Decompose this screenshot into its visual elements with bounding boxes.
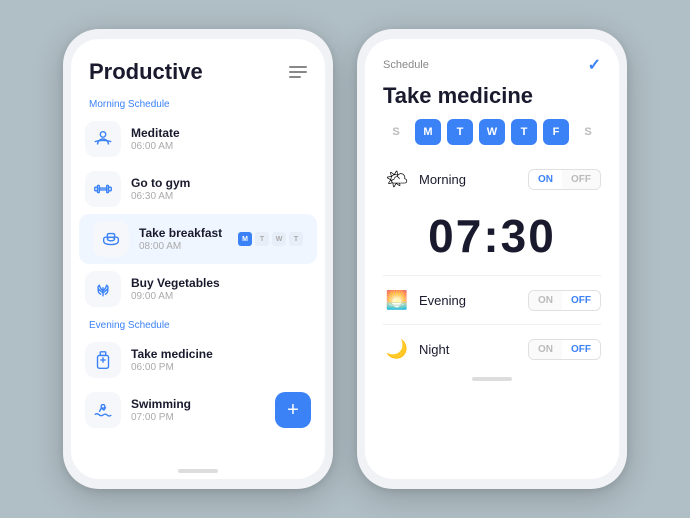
morning-toggle-group: ON OFF: [528, 169, 601, 190]
evening-icon: 🌅: [383, 286, 411, 314]
add-fab[interactable]: +: [275, 392, 311, 428]
day-f[interactable]: F: [543, 119, 569, 145]
left-phone: Productive Morning Schedule Me: [63, 29, 333, 489]
check-icon[interactable]: ✓: [588, 55, 601, 75]
day-t1[interactable]: T: [447, 119, 473, 145]
swimming-time: 07:00 PM: [131, 412, 265, 423]
vegetables-icon-wrap: [85, 271, 121, 307]
evening-section-label: Evening Schedule: [71, 314, 325, 335]
evening-label: Evening: [419, 293, 520, 308]
home-indicator-right: [472, 377, 512, 381]
gym-icon-wrap: [85, 171, 121, 207]
night-on[interactable]: ON: [529, 340, 562, 359]
dot-m: M: [238, 232, 252, 246]
right-phone: Schedule ✓ Take medicine S M T W T F S 🌤…: [357, 29, 627, 489]
breakfast-info: Take breakfast 08:00 AM: [139, 226, 228, 252]
medicine-name: Take medicine: [131, 347, 311, 361]
divider-2: [383, 324, 601, 325]
gym-name: Go to gym: [131, 176, 311, 190]
night-toggle-group: ON OFF: [528, 339, 601, 360]
medicine-icon-wrap: [85, 342, 121, 378]
task-item-vegetables[interactable]: Buy Vegetables 09:00 AM: [71, 264, 325, 314]
gym-time: 06:30 AM: [131, 191, 311, 202]
dot-w: W: [272, 232, 286, 246]
swimming-info: Swimming 07:00 PM: [131, 397, 265, 423]
night-icon: 🌙: [383, 335, 411, 363]
evening-on[interactable]: ON: [529, 291, 562, 310]
dot-t2: T: [289, 232, 303, 246]
medicine-time: 06:00 PM: [131, 362, 311, 373]
day-t2[interactable]: T: [511, 119, 537, 145]
task-dots: M T W T: [238, 232, 303, 246]
vegetables-info: Buy Vegetables 09:00 AM: [131, 276, 311, 302]
breakfast-icon-wrap: [93, 221, 129, 257]
dot-t1: T: [255, 232, 269, 246]
day-s1[interactable]: S: [383, 119, 409, 145]
vegetables-name: Buy Vegetables: [131, 276, 311, 290]
evening-off[interactable]: OFF: [562, 291, 600, 310]
right-title: Take medicine: [365, 79, 619, 119]
night-off[interactable]: OFF: [562, 340, 600, 359]
task-item-medicine[interactable]: Take medicine 06:00 PM: [71, 335, 325, 385]
day-s2[interactable]: S: [575, 119, 601, 145]
breakfast-name: Take breakfast: [139, 226, 228, 240]
menu-line-1: [289, 66, 307, 68]
vegetables-time: 09:00 AM: [131, 291, 311, 302]
time-display[interactable]: 07:30: [365, 201, 619, 273]
breakfast-time: 08:00 AM: [139, 241, 228, 252]
meditate-icon-wrap: [85, 121, 121, 157]
app-title: Productive: [89, 59, 203, 85]
menu-line-3: [289, 76, 301, 78]
night-toggle-row: 🌙 Night ON OFF: [365, 327, 619, 371]
meditate-time: 06:00 AM: [131, 141, 311, 152]
task-item-meditate[interactable]: Meditate 06:00 AM: [71, 114, 325, 164]
morning-section-label: Morning Schedule: [71, 93, 325, 114]
medicine-info: Take medicine 06:00 PM: [131, 347, 311, 373]
swimming-name: Swimming: [131, 397, 265, 411]
meditate-name: Meditate: [131, 126, 311, 140]
morning-off[interactable]: OFF: [562, 170, 600, 189]
task-list: Meditate 06:00 AM Go to gym: [71, 114, 325, 463]
divider-1: [383, 275, 601, 276]
night-label: Night: [419, 342, 520, 357]
task-item-gym[interactable]: Go to gym 06:30 AM: [71, 164, 325, 214]
schedule-label: Schedule: [383, 59, 429, 71]
gym-info: Go to gym 06:30 AM: [131, 176, 311, 202]
menu-icon[interactable]: [289, 66, 307, 78]
day-w[interactable]: W: [479, 119, 505, 145]
days-row: S M T W T F S: [365, 119, 619, 157]
morning-on[interactable]: ON: [529, 170, 562, 189]
menu-line-2: [289, 71, 307, 73]
morning-toggle-row: 🌤 Morning ON OFF: [365, 157, 619, 201]
task-item-swimming[interactable]: Swimming 07:00 PM +: [71, 385, 325, 435]
day-m[interactable]: M: [415, 119, 441, 145]
right-header: Schedule ✓: [365, 39, 619, 79]
home-indicator: [178, 469, 218, 473]
left-header: Productive: [71, 39, 325, 93]
evening-toggle-row: 🌅 Evening ON OFF: [365, 278, 619, 322]
meditate-info: Meditate 06:00 AM: [131, 126, 311, 152]
task-item-breakfast[interactable]: Take breakfast 08:00 AM M T W T: [79, 214, 317, 264]
swimming-icon-wrap: [85, 392, 121, 428]
evening-toggle-group: ON OFF: [528, 290, 601, 311]
morning-icon: 🌤: [383, 165, 411, 193]
morning-label: Morning: [419, 172, 520, 187]
